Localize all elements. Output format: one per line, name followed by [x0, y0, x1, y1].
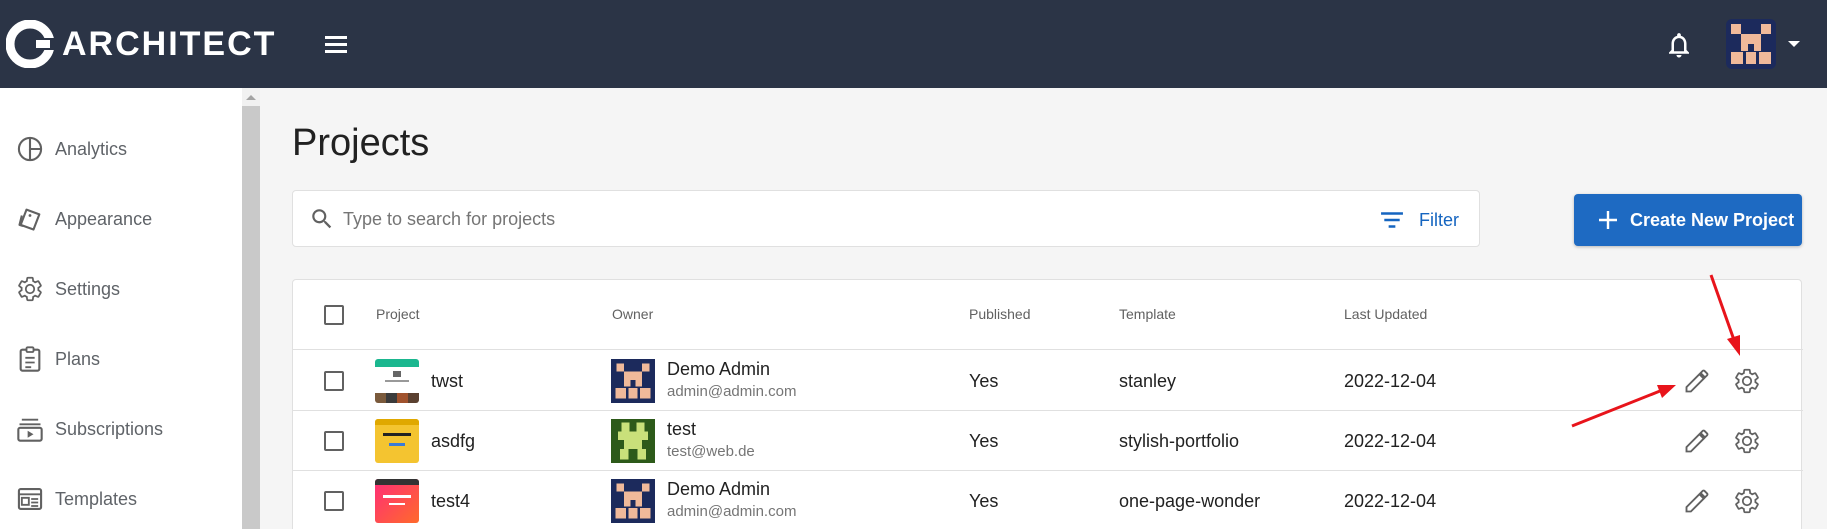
pencil-icon[interactable] [1683, 427, 1711, 455]
row-checkbox[interactable] [324, 371, 344, 391]
arrow-up-icon [246, 94, 256, 100]
architect-logo[interactable]: ARCHITECT [6, 20, 276, 68]
table-row[interactable]: twst Demo Admin admin@admin.com Yes stan… [293, 351, 1803, 411]
published-status: Yes [969, 491, 999, 511]
table-row[interactable]: asdfg test test@web.de Yes stylish-portf… [293, 411, 1803, 471]
select-all-checkbox[interactable] [324, 305, 344, 325]
pixel-avatar-icon [1726, 19, 1776, 69]
gear-icon[interactable] [1733, 427, 1761, 455]
subscriptions-icon [17, 418, 43, 442]
plus-icon [1599, 211, 1617, 229]
pixel-avatar-icon [611, 419, 655, 463]
pixel-avatar-icon [611, 479, 655, 523]
sidebar-item-plans[interactable]: Plans [0, 334, 242, 384]
page-title: Projects [292, 122, 430, 164]
row-checkbox[interactable] [324, 491, 344, 511]
project-thumbnail-image [375, 359, 419, 403]
column-header-template[interactable]: Template [1119, 306, 1176, 322]
column-header-project[interactable]: Project [376, 306, 420, 322]
owner-avatar [611, 359, 655, 403]
hamburger-menu-button[interactable] [322, 30, 352, 58]
pencil-icon[interactable] [1683, 367, 1711, 395]
sidebar-item-label: Templates [55, 488, 138, 509]
sidebar-item-label: Plans [55, 348, 101, 369]
project-name[interactable]: test4 [431, 491, 470, 512]
owner-name: test [667, 419, 697, 439]
user-avatar[interactable] [1726, 19, 1776, 69]
owner-email: admin@admin.com [667, 383, 797, 400]
bell-icon [1669, 33, 1689, 58]
column-header-owner[interactable]: Owner [612, 306, 653, 322]
project-name[interactable]: twst [431, 371, 463, 392]
scroll-up-arrow-button[interactable] [242, 88, 260, 106]
project-thumbnail-image [375, 419, 419, 463]
filter-label: Filter [1419, 209, 1459, 230]
sidebar-item-appearance[interactable]: Appearance [0, 194, 242, 244]
search-input[interactable] [343, 201, 1343, 237]
appearance-icon [18, 208, 41, 231]
hamburger-menu-icon [325, 36, 347, 53]
app-name: ARCHITECT [62, 25, 277, 63]
template-icon [17, 488, 43, 510]
sidebar-item-label: Settings [55, 278, 121, 299]
filter-button[interactable]: Filter [1379, 203, 1459, 237]
owner-email: test@web.de [667, 443, 755, 460]
top-app-bar: ARCHITECT [0, 0, 1827, 88]
sidebar-item-analytics[interactable]: Analytics [0, 124, 242, 174]
row-checkbox[interactable] [324, 431, 344, 451]
column-header-published[interactable]: Published [969, 306, 1031, 322]
project-thumbnail-image [375, 479, 419, 523]
column-header-last-updated[interactable]: Last Updated [1344, 306, 1427, 322]
create-new-project-label: Create New Project [1630, 209, 1795, 230]
template-name: one-page-wonder [1119, 491, 1261, 511]
owner-avatar [611, 479, 655, 523]
gear-icon[interactable] [1733, 487, 1761, 515]
owner-avatar [611, 419, 655, 463]
template-name: stylish-portfolio [1119, 431, 1240, 451]
sidebar-scrollbar[interactable] [242, 88, 260, 529]
notifications-button[interactable] [1664, 30, 1694, 60]
table-header: Project Owner Published Template Last Up… [293, 280, 1803, 350]
gear-icon [18, 276, 42, 302]
sidebar: Analytics Appearance Settings Plans Subs… [0, 88, 242, 529]
caret-down-icon[interactable] [1788, 41, 1800, 47]
project-name[interactable]: asdfg [431, 431, 475, 452]
published-status: Yes [969, 431, 999, 451]
one-page-wonder-thumbnail[interactable] [375, 479, 419, 523]
pixel-avatar-icon [611, 359, 655, 403]
owner-email: admin@admin.com [667, 503, 797, 520]
pencil-icon[interactable] [1683, 487, 1711, 515]
owner-name: Demo Admin [667, 479, 771, 499]
last-updated-date: 2022-12-04 [1344, 371, 1437, 391]
pie-chart-icon [17, 136, 43, 162]
owner-name: Demo Admin [667, 359, 771, 379]
table-row[interactable]: test4 Demo Admin admin@admin.com Yes one… [293, 471, 1803, 529]
sidebar-item-settings[interactable]: Settings [0, 264, 242, 314]
sidebar-item-label: Appearance [55, 208, 153, 229]
clipboard-icon [19, 346, 41, 372]
sidebar-item-label: Analytics [55, 138, 128, 159]
search-bar: Filter [292, 190, 1480, 247]
published-status: Yes [969, 371, 999, 391]
stanley-thumbnail[interactable] [375, 359, 419, 403]
stylish-portfolio-thumbnail[interactable] [375, 419, 419, 463]
sidebar-item-subscriptions[interactable]: Subscriptions [0, 404, 242, 454]
create-new-project-button[interactable]: Create New Project [1574, 194, 1802, 246]
last-updated-date: 2022-12-04 [1344, 431, 1437, 451]
sidebar-item-templates[interactable]: Templates [0, 474, 242, 524]
architect-logo-icon [6, 20, 58, 68]
user-menu[interactable] [1726, 19, 1800, 69]
filter-icon [1381, 212, 1403, 228]
template-name: stanley [1119, 371, 1177, 391]
gear-icon[interactable] [1733, 367, 1761, 395]
projects-table: Project Owner Published Template Last Up… [292, 279, 1803, 529]
search-icon [312, 209, 332, 229]
last-updated-date: 2022-12-04 [1344, 491, 1437, 511]
sidebar-item-label: Subscriptions [55, 418, 164, 439]
